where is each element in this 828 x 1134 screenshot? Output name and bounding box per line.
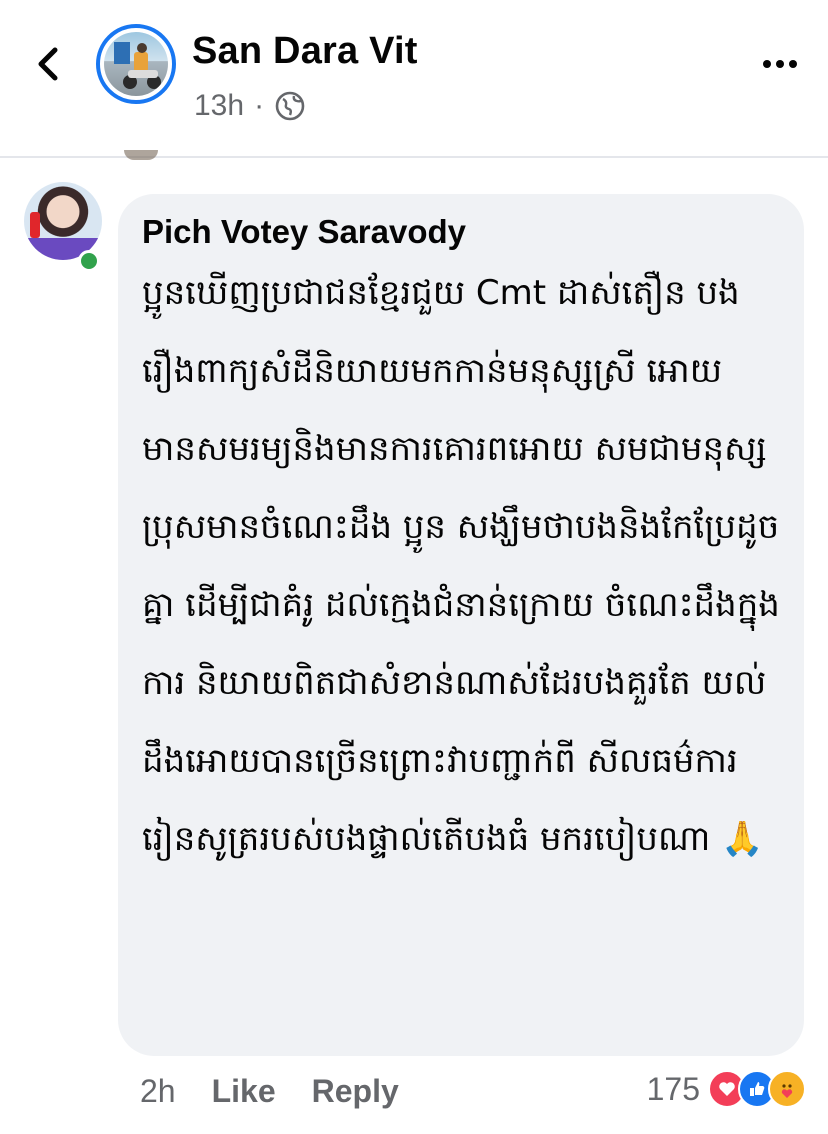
avatar-photo-icon: [114, 42, 161, 89]
comment-actions: 2h Like Reply: [140, 1068, 399, 1114]
comment-time: 2h: [140, 1072, 176, 1109]
online-status-indicator: [78, 250, 100, 272]
chevron-left-icon: [38, 47, 58, 81]
care-icon: [768, 1070, 806, 1108]
folded-hands-emoji: 🙏: [721, 819, 764, 859]
avatar-detail: [30, 212, 40, 238]
more-options-button[interactable]: [760, 50, 800, 78]
globe-icon: [275, 91, 305, 121]
previous-avatar-edge: [124, 150, 158, 160]
author-name[interactable]: San Dara Vit: [192, 30, 418, 73]
back-button[interactable]: [24, 36, 72, 92]
post-header: San Dara Vit 13h ·: [0, 0, 828, 158]
meta-separator: ·: [254, 89, 265, 122]
avatar-image: [104, 32, 168, 96]
author-avatar[interactable]: [96, 24, 176, 104]
comment-bubble[interactable]: Pich Votey Saravody ប្អូនឃើញប្រជាជនខ្មែរ…: [118, 194, 804, 1056]
commenter-name[interactable]: Pich Votey Saravody: [142, 212, 780, 252]
more-horizontal-icon: [763, 60, 797, 68]
commenter-avatar[interactable]: [24, 182, 102, 260]
reaction-count: 175: [646, 1070, 700, 1107]
post-time[interactable]: 13h: [194, 89, 244, 123]
comment-thread-screen: San Dara Vit 13h · Pich Votey Saravody ប…: [0, 0, 828, 1134]
reaction-summary[interactable]: 175: [647, 1066, 806, 1112]
post-meta: 13h ·: [194, 86, 306, 126]
comment-body: ប្អូនឃើញប្រជាជនខ្មែរជួយ Cmt ដាស់តឿន បងរឿ…: [142, 273, 780, 859]
comment-text: ប្អូនឃើញប្រជាជនខ្មែរជួយ Cmt ដាស់តឿន បងរឿ…: [142, 254, 780, 878]
reply-button[interactable]: Reply: [312, 1073, 399, 1110]
reaction-icons: [708, 1070, 806, 1108]
like-button[interactable]: Like: [212, 1073, 276, 1110]
